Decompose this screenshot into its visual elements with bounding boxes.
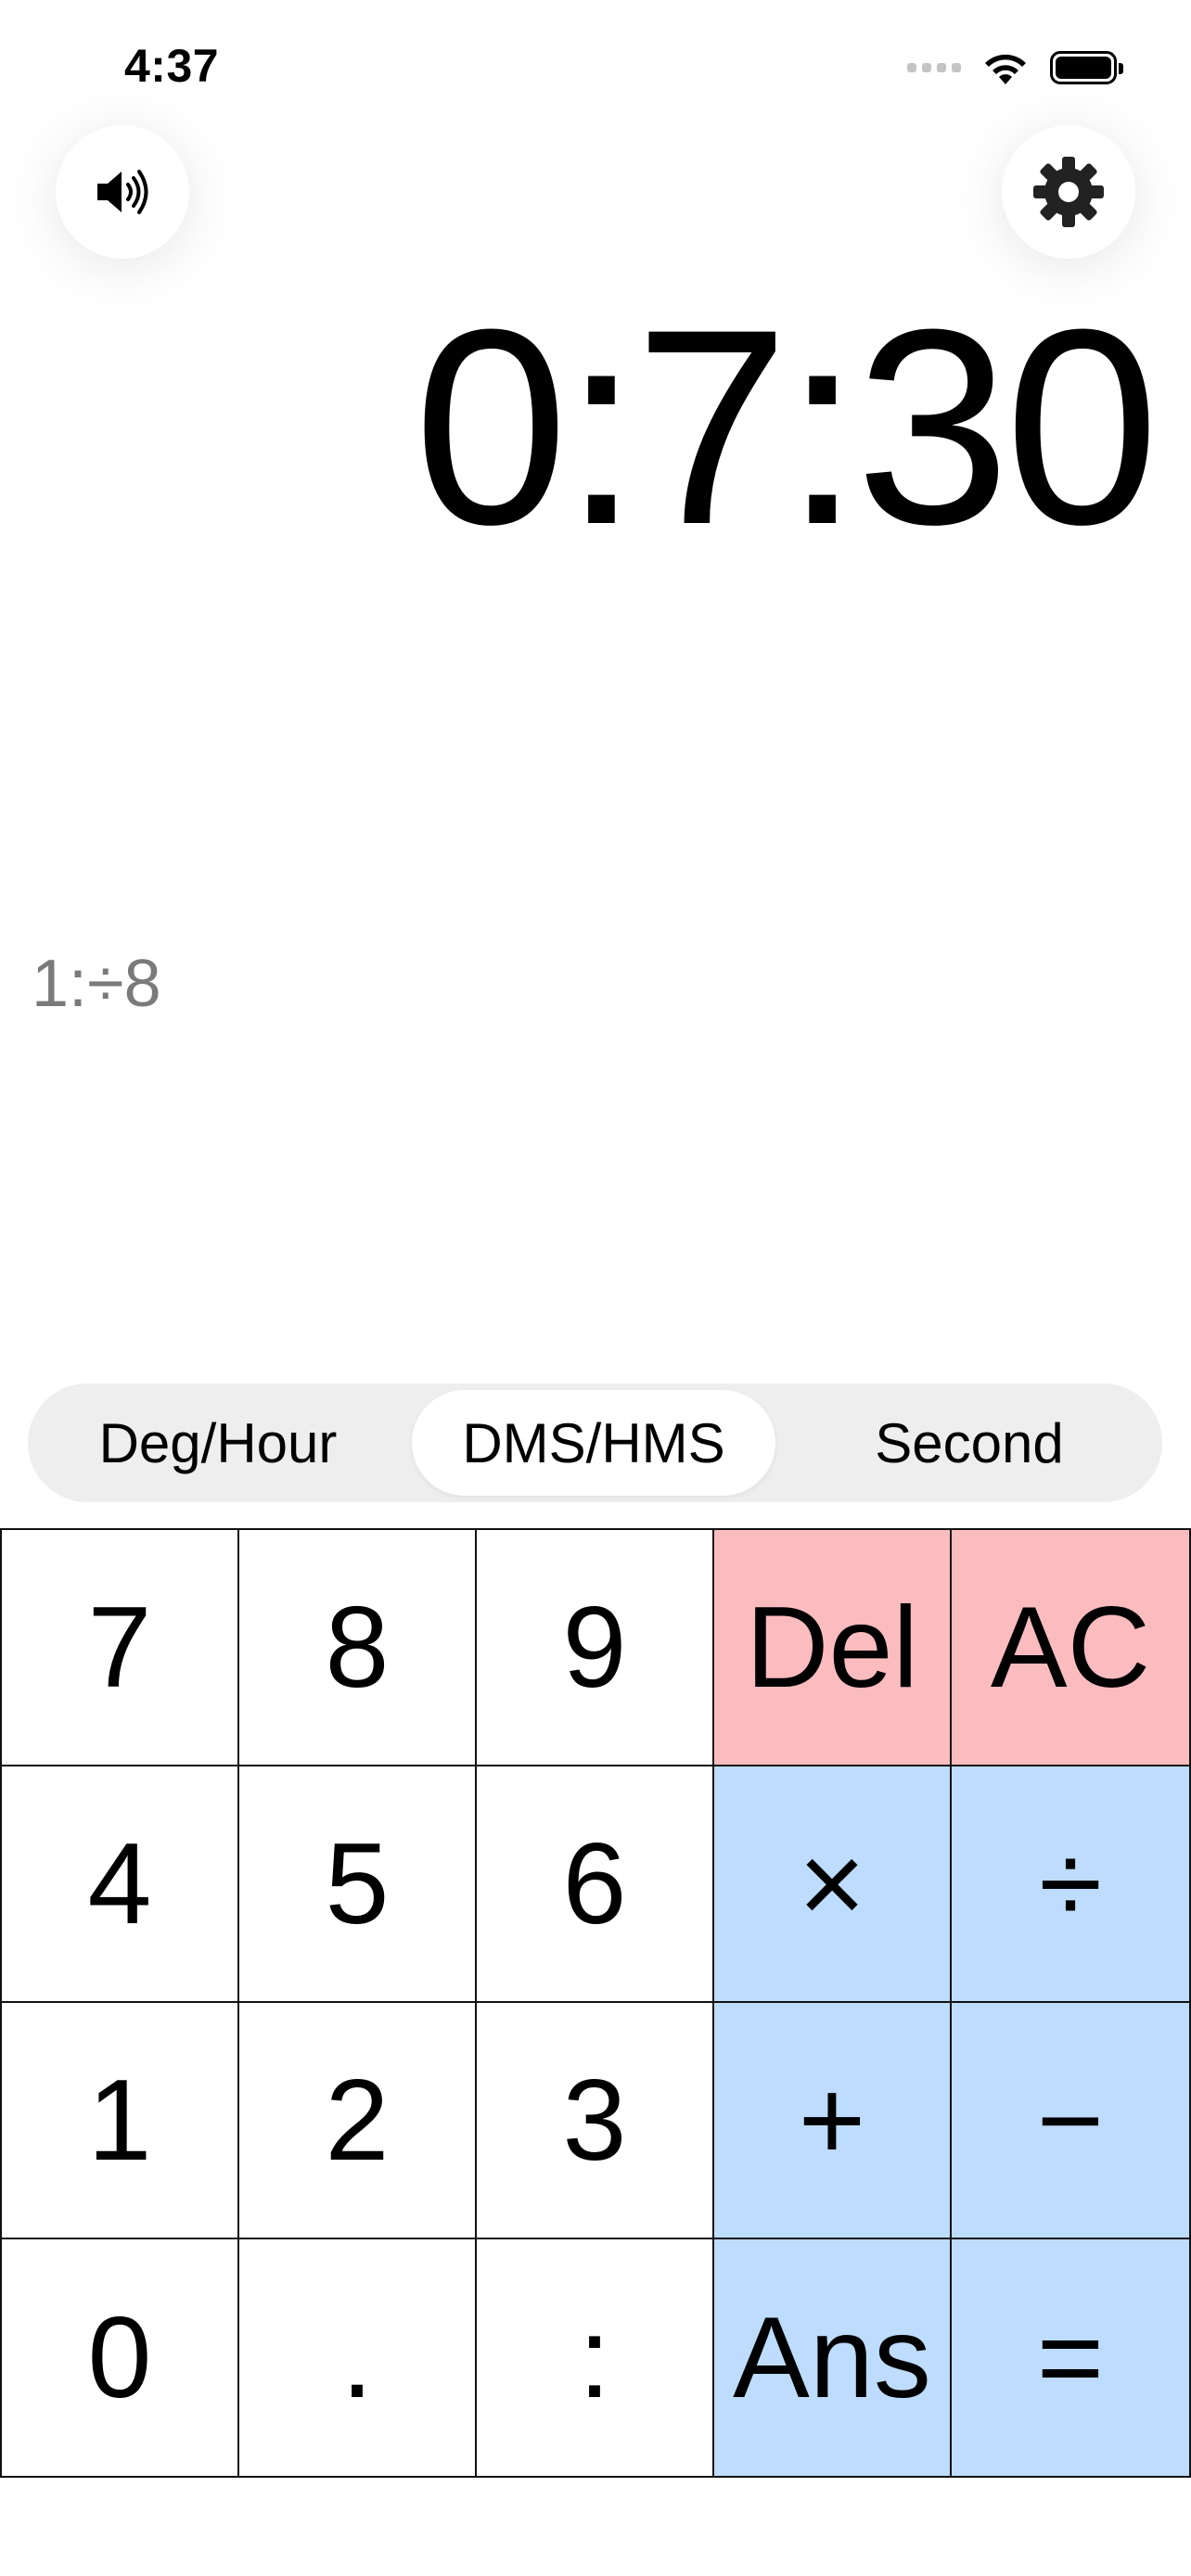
all-clear-button[interactable]: AC [952, 1530, 1189, 1766]
segment-deg-hour[interactable]: Deg/Hour [37, 1390, 399, 1496]
key-0[interactable]: 0 [2, 2239, 239, 2476]
sound-button[interactable] [56, 125, 189, 259]
decimal-point-button[interactable]: . [239, 2239, 477, 2476]
keypad: 7 8 9 Del AC 4 5 6 × ÷ 1 2 3 + − 0 . : A… [0, 1528, 1191, 2478]
expression-display: 1:÷8 [32, 947, 161, 1021]
multiply-button[interactable]: × [714, 1766, 952, 2003]
result-display: 0:7:30 [413, 271, 1159, 582]
divide-button[interactable]: ÷ [952, 1766, 1189, 2003]
key-1[interactable]: 1 [2, 2003, 239, 2239]
key-6[interactable]: 6 [477, 1766, 714, 2003]
key-2[interactable]: 2 [239, 2003, 477, 2239]
speaker-volume-icon [97, 170, 148, 214]
wifi-icon [985, 54, 1026, 84]
key-3[interactable]: 3 [477, 2003, 714, 2239]
colon-button[interactable]: : [477, 2239, 714, 2476]
gear-icon [1033, 157, 1104, 227]
mode-segmented-control: Deg/Hour DMS/HMS Second [28, 1384, 1162, 1502]
equals-button[interactable]: = [952, 2239, 1189, 2476]
key-8[interactable]: 8 [239, 1530, 477, 1766]
segment-dms-hms[interactable]: DMS/HMS [412, 1390, 775, 1496]
segment-second[interactable]: Second [788, 1390, 1150, 1496]
status-icons [907, 46, 1123, 89]
settings-button[interactable] [1002, 125, 1135, 259]
plus-button[interactable]: + [714, 2003, 952, 2239]
delete-button[interactable]: Del [714, 1530, 952, 1766]
answer-button[interactable]: Ans [714, 2239, 952, 2476]
key-4[interactable]: 4 [2, 1766, 239, 2003]
minus-button[interactable]: − [952, 2003, 1189, 2239]
battery-icon [1050, 51, 1123, 84]
key-5[interactable]: 5 [239, 1766, 477, 2003]
key-9[interactable]: 9 [477, 1530, 714, 1766]
status-time: 4:37 [124, 40, 220, 92]
cellular-signal-icon [907, 63, 961, 72]
key-7[interactable]: 7 [2, 1530, 239, 1766]
